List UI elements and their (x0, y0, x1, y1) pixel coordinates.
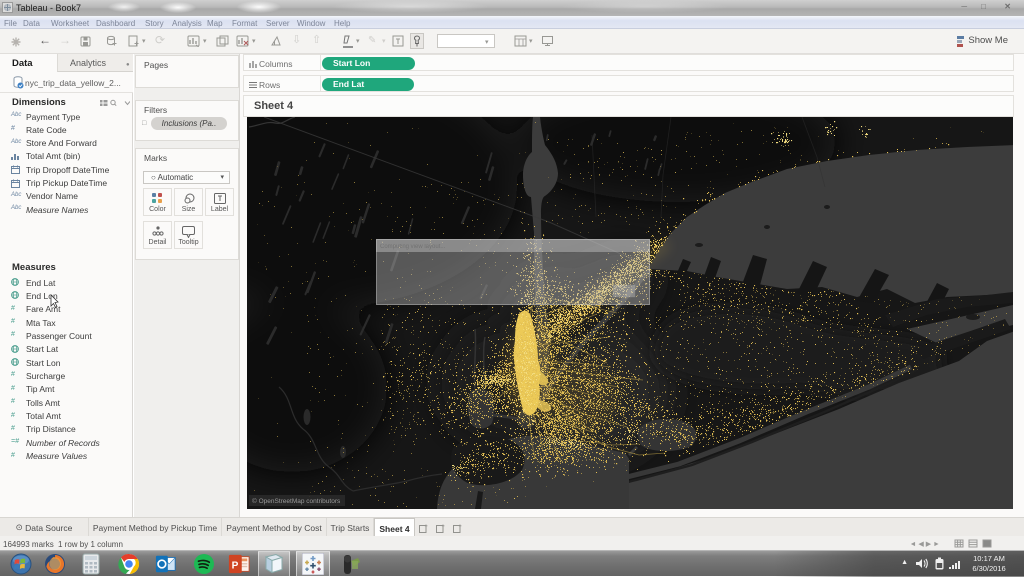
svg-text:© OpenStreetMap contributors: © OpenStreetMap contributors (252, 497, 341, 505)
svg-text:Computing view layout...: Computing view layout... (380, 244, 446, 250)
svg-text:P: P (232, 561, 239, 572)
